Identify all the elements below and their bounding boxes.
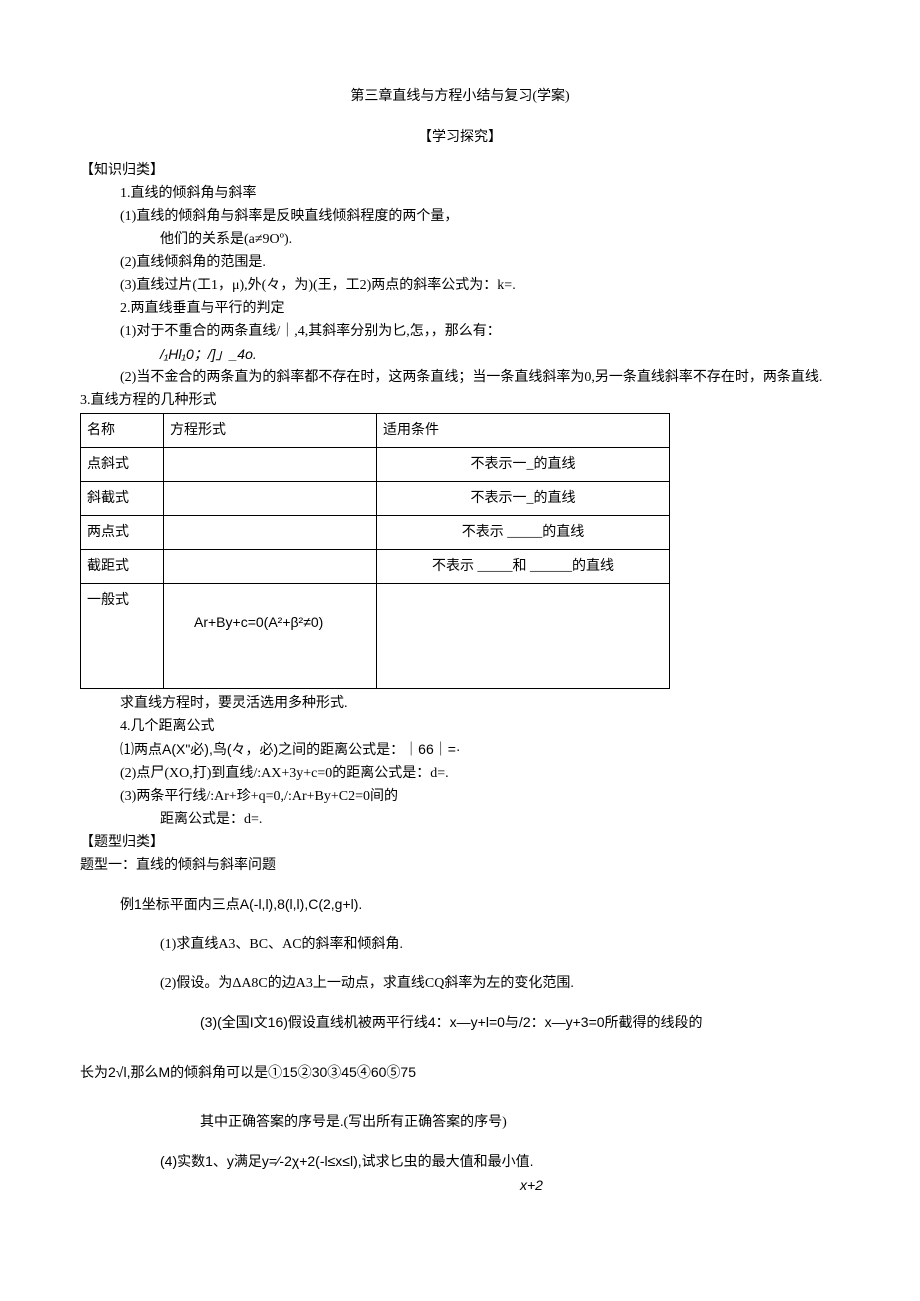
cell-name: 两点式: [81, 516, 164, 550]
item-4-2-text: (2)点尸(XO,打)到直线/:AX+3y+c=0的距离公式是：d=.: [120, 766, 449, 781]
example-1-text: 例1坐标平面内三点A(-l,l),8(l,l),C(2,g+l).: [120, 896, 362, 912]
item-2-2: (2)当不金合的两条直为的斜率都不存在时，这两条直线；当一条直线斜率为0,另一条…: [80, 367, 840, 388]
th-cond: 适用条件: [377, 414, 670, 448]
example-1-3b: 长为2√l,那么M的倾斜角可以是①15②30③45④60⑤75: [80, 1062, 840, 1084]
item-4-3: (3)两条平行线/:Ar+珍+q=0,/:Ar+By+C2=0间的: [80, 786, 840, 807]
table-row: 一般式 Ar+By+c=0(A²+β²≠0): [81, 584, 670, 689]
type-1: 题型一：直线的倾斜与斜率问题: [80, 855, 840, 876]
example-1-3: (3)(全国I文16)假设直线机被两平行线4：x—y+l=0与/2：x—y+3=…: [80, 1012, 840, 1034]
spacer: [80, 1036, 840, 1060]
cell-form: Ar+By+c=0(A²+β²≠0): [164, 584, 377, 689]
cell-cond: 不表示 _____和 ______的直线: [377, 550, 670, 584]
table-row: 截距式 不表示 _____和 ______的直线: [81, 550, 670, 584]
item-4-1: ⑴两点A(X"必),鸟(々，必)之间的距离公式是：｜66｜=·: [80, 739, 840, 761]
example-1: 例1坐标平面内三点A(-l,l),8(l,l),C(2,g+l).: [80, 894, 840, 916]
cell-name: 斜截式: [81, 482, 164, 516]
item-1-1b: 他们的关系是(a≠9Oº).: [80, 229, 840, 250]
example-1-1: (1)求直线A3、BC、AC的斜率和倾斜角.: [80, 934, 840, 955]
item-4: 4.几个距离公式: [80, 716, 840, 737]
item-1-2: (2)直线倾斜角的范围是.: [80, 252, 840, 273]
item-2-1: (1)对于不重合的两条直线/｜,4,其斜率分别为匕,怎，，那么有：: [80, 321, 840, 342]
item-2-1b: /₁Hl₁0；/]」_4o.: [80, 344, 840, 365]
item-1-1: (1)直线的倾斜角与斜率是反映直线倾斜程度的两个量，: [80, 206, 840, 227]
item-3b: 求直线方程时，要灵活选用多种形式.: [80, 693, 840, 714]
item-1: 1.直线的倾斜角与斜率: [80, 183, 840, 204]
cell-form: [164, 482, 377, 516]
example-1-4-denom: x+2: [80, 1175, 840, 1196]
cell-name: 点斜式: [81, 448, 164, 482]
example-1-2: (2)假设。为ΔA8C的边A3上一动点，求直线CQ斜率为左的变化范围.: [80, 973, 840, 994]
heading-knowledge: 【知识归类】: [80, 160, 840, 181]
cell-cond: 不表示一_的直线: [377, 482, 670, 516]
item-3: 3.直线方程的几种形式: [80, 390, 840, 411]
example-1-3-text: (3)(全国I文16)假设直线机被两平行线4：x—y+l=0与/2：x—y+3=…: [200, 1014, 703, 1030]
spacer: [80, 1135, 840, 1149]
cell-name: 截距式: [81, 550, 164, 584]
example-1-4-text: (4)实数1、y满足y=∕-2χ+2(-l≤x≤l),试求匕虫的最大值和最小值.: [160, 1153, 534, 1169]
spacer: [80, 1086, 840, 1110]
forms-table: 名称 方程形式 适用条件 点斜式 不表示一_的直线 斜截式 不表示一_的直线 两…: [80, 413, 670, 689]
item-1-3-text: (3)直线过片(工1，μ),外(々，为)(王，工2)两点的斜率公式为：k=.: [120, 278, 516, 293]
table-row: 点斜式 不表示一_的直线: [81, 448, 670, 482]
th-form: 方程形式: [164, 414, 377, 448]
spacer: [80, 957, 840, 971]
cell-cond: 不表示 _____的直线: [377, 516, 670, 550]
table-row: 名称 方程形式 适用条件: [81, 414, 670, 448]
item-1-1b-text: 他们的关系是(a≠9Oº).: [160, 232, 292, 247]
spacer: [80, 878, 840, 892]
table-row: 斜截式 不表示一_的直线: [81, 482, 670, 516]
item-4-1-text: ⑴两点A(X"必),鸟(々，必)之间的距离公式是：｜66｜=·: [120, 741, 461, 757]
table-row: 两点式 不表示 _____的直线: [81, 516, 670, 550]
example-1-3b-text: 长为2√l,那么M的倾斜角可以是①15②30③45④60⑤75: [80, 1064, 416, 1080]
cell-form: [164, 550, 377, 584]
page-title: 第三章直线与方程小结与复习(学案): [80, 86, 840, 107]
item-2: 2.两直线垂直与平行的判定: [80, 298, 840, 319]
item-4-3b-text: 距离公式是：d=.: [160, 812, 262, 827]
th-name: 名称: [81, 414, 164, 448]
spacer: [80, 918, 840, 932]
item-4-2: (2)点尸(XO,打)到直线/:AX+3y+c=0的距离公式是：d=.: [80, 763, 840, 784]
section-heading-explore: 【学习探究】: [80, 127, 840, 148]
item-4-3b: 距离公式是：d=.: [80, 809, 840, 830]
item-1-3: (3)直线过片(工1，μ),外(々，为)(王，工2)两点的斜率公式为：k=.: [80, 275, 840, 296]
cell-cond: 不表示一_的直线: [377, 448, 670, 482]
cell-name: 一般式: [81, 584, 164, 689]
cell-cond: [377, 584, 670, 689]
cell-form: [164, 448, 377, 482]
cell-form: [164, 516, 377, 550]
example-1-4: (4)实数1、y满足y=∕-2χ+2(-l≤x≤l),试求匕虫的最大值和最小值.: [80, 1151, 840, 1173]
example-1-1-text: (1)求直线A3、BC、AC的斜率和倾斜角.: [160, 937, 403, 952]
heading-types: 【题型归类】: [80, 832, 840, 853]
example-1-3c: 其中正确答案的序号是.(写出所有正确答案的序号): [80, 1112, 840, 1133]
spacer: [80, 996, 840, 1010]
